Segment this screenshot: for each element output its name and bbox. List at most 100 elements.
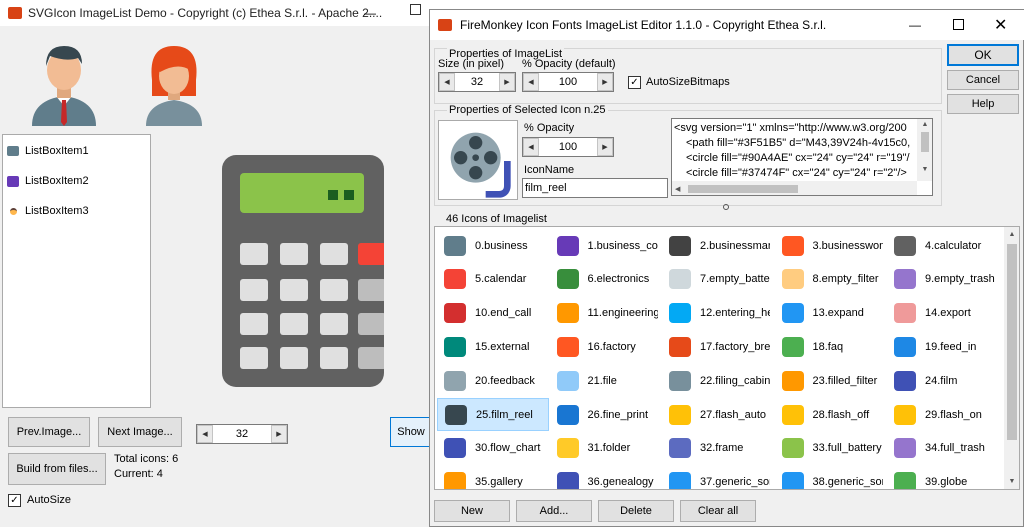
icon-list-item[interactable]: 38.generic_sort bbox=[775, 466, 887, 489]
sort-icon bbox=[779, 468, 807, 489]
size-spinner[interactable]: ◀ 32 ▶ bbox=[438, 72, 516, 92]
icon-list-item[interactable]: 39.globe bbox=[887, 466, 999, 489]
icon-label: 4.calculator bbox=[925, 239, 982, 252]
svg-line: <circle fill="#37474F" cx="24" cy="24" r… bbox=[686, 167, 907, 179]
icon-list-item[interactable]: 13.expand bbox=[775, 297, 887, 330]
icon-list-item[interactable]: 3.businesswom bbox=[775, 229, 887, 262]
iconname-input[interactable]: film_reel bbox=[522, 178, 668, 198]
spin-right-icon[interactable]: ▶ bbox=[271, 425, 287, 443]
build-from-files-button[interactable]: Build from files... bbox=[8, 453, 106, 485]
icon-list-item[interactable]: 15.external bbox=[437, 330, 549, 363]
show-button[interactable]: Show bbox=[390, 417, 432, 447]
autosizebitmaps-checkbox[interactable]: ✓ bbox=[628, 76, 641, 89]
next-image-button[interactable]: Next Image... bbox=[98, 417, 182, 447]
icon-list-item[interactable]: 30.flow_chart bbox=[437, 432, 549, 465]
spin-left-icon[interactable]: ◀ bbox=[197, 425, 213, 443]
sel-opacity-spinner[interactable]: ◀ 100 ▶ bbox=[522, 137, 614, 157]
icon-list-item[interactable]: 18.faq bbox=[775, 330, 887, 363]
icon-list-item[interactable]: 23.filled_filter bbox=[775, 364, 887, 397]
clear-all-button[interactable]: Clear all bbox=[680, 500, 756, 522]
icon-list-item[interactable]: 4.calculator bbox=[887, 229, 999, 262]
icon-list-item[interactable]: 1.business_con bbox=[550, 229, 662, 262]
main-size-spinner[interactable]: ◀ 32 ▶ bbox=[196, 424, 288, 444]
icon-list-item[interactable]: 28.flash_off bbox=[775, 398, 887, 431]
list-item[interactable]: ListBoxItem1 bbox=[7, 145, 89, 157]
icon-list-item[interactable]: 2.businessman bbox=[662, 229, 774, 262]
icon-list-item[interactable]: 32.frame bbox=[662, 432, 774, 465]
delete-button[interactable]: Delete bbox=[598, 500, 674, 522]
spin-left-icon[interactable]: ◀ bbox=[439, 73, 455, 91]
listbox[interactable]: ListBoxItem1 ListBoxItem2 ListBoxItem3 bbox=[2, 134, 151, 408]
spin-right-icon[interactable]: ▶ bbox=[597, 73, 613, 91]
icon-list-item[interactable]: 20.feedback bbox=[437, 364, 549, 397]
cancel-button[interactable]: Cancel bbox=[947, 70, 1019, 90]
frame-icon bbox=[666, 434, 694, 462]
icon-list-item[interactable]: 26.fine_print bbox=[550, 398, 662, 431]
icon-list-item[interactable]: 31.folder bbox=[550, 432, 662, 465]
autosize-checkbox[interactable]: ✓ bbox=[8, 494, 21, 507]
icon-label: 24.film bbox=[925, 374, 958, 387]
list-item[interactable]: ListBoxItem2 bbox=[7, 175, 89, 187]
icon-list-item[interactable]: 29.flash_on bbox=[887, 398, 999, 431]
ok-button[interactable]: OK bbox=[947, 44, 1019, 66]
icons-container: 0.business 1.business_con 2.businessman 3.b… bbox=[435, 227, 1005, 489]
icon-list-item[interactable]: 6.electronics bbox=[550, 263, 662, 296]
icon-list-item[interactable]: 7.empty_batter bbox=[662, 263, 774, 296]
icon-list-item[interactable]: 10.end_call bbox=[437, 297, 549, 330]
trash-empty-icon bbox=[891, 265, 919, 293]
new-button[interactable]: New bbox=[434, 500, 510, 522]
icon-list-item[interactable]: 17.factory_brea bbox=[662, 330, 774, 363]
icon-label: 8.empty_filter bbox=[812, 273, 879, 286]
icon-list-item[interactable]: 22.filing_cabine bbox=[662, 364, 774, 397]
icons-grid[interactable]: 0.business 1.business_con 2.businessman 3.b… bbox=[434, 226, 1020, 490]
icon-list-item[interactable]: 16.factory bbox=[550, 330, 662, 363]
icon-list-item[interactable]: 14.export bbox=[887, 297, 999, 330]
maximize-button[interactable] bbox=[953, 19, 964, 30]
list-item[interactable]: ListBoxItem3 bbox=[7, 205, 89, 217]
icon-label: 9.empty_trash bbox=[925, 273, 995, 286]
icon-list-item[interactable]: 33.full_battery bbox=[775, 432, 887, 465]
spin-left-icon[interactable]: ◀ bbox=[523, 73, 539, 91]
vertical-scrollbar[interactable]: ▲ ▼ bbox=[917, 119, 932, 181]
svg-line: <path fill="#3F51B5" d="M43,39V24h-4v15c… bbox=[686, 137, 911, 149]
spin-left-icon[interactable]: ◀ bbox=[523, 138, 539, 156]
icon-list-item[interactable]: 11.engineering bbox=[550, 297, 662, 330]
icon-list-item[interactable]: 34.full_trash bbox=[887, 432, 999, 465]
businessman-icon bbox=[7, 205, 19, 217]
icon-list-item[interactable]: 8.empty_filter bbox=[775, 263, 887, 296]
business-contact-icon bbox=[7, 175, 19, 187]
prev-image-button[interactable]: Prev.Image... bbox=[8, 417, 90, 447]
horizontal-scrollbar[interactable]: ◀ bbox=[672, 181, 917, 195]
icon-list-item[interactable]: 25.film_reel bbox=[437, 398, 549, 431]
icon-list-item[interactable]: 19.feed_in bbox=[887, 330, 999, 363]
spin-right-icon[interactable]: ▶ bbox=[597, 138, 613, 156]
add-button[interactable]: Add... bbox=[516, 500, 592, 522]
vertical-scrollbar[interactable]: ▲ ▼ bbox=[1004, 227, 1019, 489]
icon-list-item[interactable]: 21.file bbox=[550, 364, 662, 397]
chevron-down-icon bbox=[779, 299, 807, 327]
maximize-button[interactable] bbox=[410, 4, 421, 15]
minimize-button[interactable]: — bbox=[364, 6, 376, 20]
spin-right-icon[interactable]: ▶ bbox=[499, 73, 515, 91]
icon-list-item[interactable]: 12.entering_he bbox=[662, 297, 774, 330]
opacity-spinner[interactable]: ◀ 100 ▶ bbox=[522, 72, 614, 92]
icon-list-item[interactable]: 37.generic_sort bbox=[662, 466, 774, 489]
icon-list-item[interactable]: 35.gallery bbox=[437, 466, 549, 489]
editor-title: FireMonkey Icon Fonts ImageList Editor 1… bbox=[460, 18, 827, 32]
splitter-handle[interactable] bbox=[723, 204, 729, 210]
icon-label: 16.factory bbox=[587, 340, 636, 353]
close-icon[interactable]: ✕ bbox=[994, 15, 1007, 35]
icon-label: 19.feed_in bbox=[925, 340, 977, 353]
icon-list-item[interactable]: 27.flash_auto bbox=[662, 398, 774, 431]
scroll-thumb[interactable] bbox=[1007, 244, 1017, 440]
minimize-button[interactable]: — bbox=[909, 18, 921, 32]
help-button[interactable]: Help bbox=[947, 94, 1019, 114]
icon-list-item[interactable]: 0.business bbox=[437, 229, 549, 262]
icon-list-item[interactable]: 36.genealogy bbox=[550, 466, 662, 489]
icon-list-item[interactable]: 24.film bbox=[887, 364, 999, 397]
editor-app-icon bbox=[438, 19, 452, 31]
icon-list-item[interactable]: 5.calendar bbox=[437, 263, 549, 296]
svg-line: <svg version="1" xmlns="http://www.w3.or… bbox=[674, 122, 907, 134]
icon-list-item[interactable]: 9.empty_trash bbox=[887, 263, 999, 296]
svg-text-area[interactable]: <svg version="1" xmlns="http://www.w3.or… bbox=[671, 118, 933, 196]
